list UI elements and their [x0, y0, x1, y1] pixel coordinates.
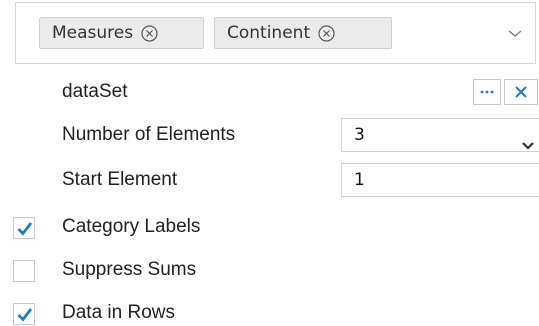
- start-element-input[interactable]: 1: [341, 163, 539, 197]
- category-labels-label: Category Labels: [62, 216, 201, 237]
- close-icon: [514, 85, 528, 99]
- data-in-rows-checkbox[interactable]: [13, 303, 35, 325]
- suppress-sums-label: Suppress Sums: [62, 259, 197, 280]
- data-in-rows-label: Data in Rows: [62, 302, 175, 323]
- checkmark-icon: [17, 222, 33, 236]
- chevron-down-icon[interactable]: [505, 25, 525, 41]
- tag-selector[interactable]: Measures Continent: [15, 2, 536, 64]
- circle-x-icon[interactable]: [318, 24, 335, 42]
- tag-chip-continent: Continent: [214, 17, 392, 49]
- tag-label: Continent: [227, 23, 311, 43]
- chevron-down-icon: [521, 130, 535, 150]
- circle-x-icon[interactable]: [141, 24, 158, 42]
- clear-dataset-button[interactable]: [504, 79, 538, 105]
- dataset-label: dataSet: [62, 81, 128, 102]
- ellipsis-icon: [479, 89, 495, 95]
- tag-label: Measures: [52, 23, 134, 43]
- checkmark-icon: [17, 308, 33, 322]
- browse-dataset-button[interactable]: [473, 79, 501, 105]
- number-of-elements-select[interactable]: 3: [341, 118, 539, 152]
- start-element-label: Start Element: [62, 169, 178, 190]
- suppress-sums-checkbox[interactable]: [13, 260, 35, 282]
- start-element-value: 1: [354, 170, 365, 190]
- number-of-elements-label: Number of Elements: [62, 124, 236, 145]
- category-labels-checkbox[interactable]: [13, 217, 35, 239]
- tag-chip-measures: Measures: [39, 17, 204, 49]
- number-of-elements-value: 3: [354, 125, 365, 145]
